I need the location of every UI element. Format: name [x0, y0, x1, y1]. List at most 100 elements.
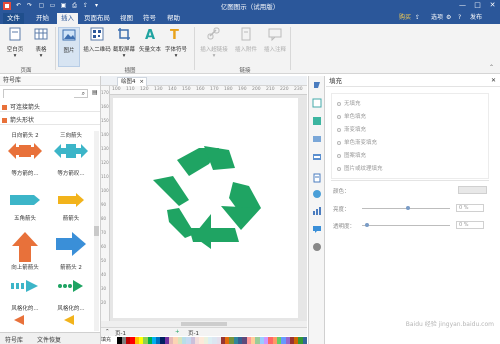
fill-option-gradient[interactable]: 渐变填充 [337, 125, 366, 133]
transparency-slider-knob[interactable] [365, 223, 369, 227]
fill-option-none[interactable]: 无填充 [337, 99, 361, 107]
blank-page-button[interactable]: 空白页 ▾ [4, 27, 26, 67]
publish-link[interactable]: 发布 [470, 13, 482, 23]
page-tab-active[interactable]: 页-1 [188, 329, 199, 337]
right-arrow-icon [56, 232, 86, 256]
options-link[interactable]: 选项 [431, 13, 443, 23]
insert-comment-button[interactable]: 插入注释 [262, 27, 288, 67]
ruler-tick-label: 110 [101, 174, 109, 179]
add-page-icon[interactable]: + [175, 329, 180, 335]
tab-symbol-library[interactable]: 符号库 [5, 335, 23, 344]
line-icon[interactable] [312, 98, 322, 108]
ruler-tick-label: 150 [101, 118, 109, 123]
scrollbar-thumb[interactable] [94, 226, 99, 236]
transparency-label: 透明度： [333, 224, 356, 230]
category-label: 箭头形状 [10, 117, 35, 124]
table-button[interactable]: 表格 ▾ [30, 27, 52, 67]
layers-icon[interactable] [312, 152, 322, 162]
shape-label: 等方箭的... [11, 171, 39, 177]
library-scrollbar[interactable] [94, 131, 99, 331]
category-arrow-shapes[interactable]: 箭头形状 [0, 116, 100, 125]
library-menu-icon[interactable]: ▤ [92, 89, 98, 96]
qrcode-icon [90, 27, 104, 41]
gear-icon[interactable]: ⚙ [446, 13, 451, 23]
close-button[interactable]: ✕ [485, 0, 500, 11]
maximize-button[interactable]: □ [470, 0, 485, 11]
recycle-symbol[interactable] [149, 146, 265, 249]
collapse-icon[interactable]: ⌃ [105, 329, 110, 335]
search-box[interactable]: ⌕ [3, 89, 88, 98]
chart-icon[interactable] [312, 206, 322, 216]
insert-hyperlink-button[interactable]: 插入超链接 ▾ [200, 27, 228, 67]
brightness-slider-knob[interactable] [406, 206, 410, 210]
scrollbar-thumb[interactable] [181, 322, 227, 326]
category-connectable-arrows[interactable]: 可连接箭头 [0, 103, 100, 112]
insert-comment-label: 插入注释 [263, 47, 286, 53]
insert-attachment-button[interactable]: 插入附件 [233, 27, 259, 67]
document-icon[interactable] [312, 173, 322, 183]
document-tab[interactable]: 绘图4 × [117, 77, 147, 86]
ruler-tick-label: 40 [101, 272, 107, 277]
shadow-icon[interactable] [312, 116, 322, 126]
radio-icon [337, 153, 341, 158]
search-input[interactable] [4, 90, 74, 98]
tab-symbol[interactable]: 符号 [139, 13, 160, 24]
shape-item[interactable]: 风格化的... [2, 278, 48, 317]
fill-option-single-gradient[interactable]: 单色渐变填充 [337, 138, 377, 146]
fill-option-pattern[interactable]: 图案填充 [337, 151, 366, 159]
close-tab-icon[interactable]: × [139, 78, 144, 86]
buy-link[interactable]: 购买 [399, 13, 411, 23]
color-picker[interactable] [458, 186, 487, 194]
tab-file-recovery[interactable]: 文件恢复 [37, 335, 61, 344]
tab-file[interactable]: 文件 [3, 13, 24, 24]
publish-icon[interactable]: ⇪ [415, 13, 420, 23]
ruler-tick-label: 180 [224, 87, 233, 92]
color-palette[interactable]: 填充 [101, 337, 308, 344]
dropdown-arrow-icon: ▾ [212, 53, 216, 59]
fill-option-picture[interactable]: 图片或纹理填充 [337, 164, 383, 172]
color-swatch[interactable] [302, 337, 308, 344]
ruler-tick-label: 190 [238, 87, 247, 92]
transparency-slider[interactable] [362, 225, 450, 226]
picture-button[interactable]: 图片 [58, 27, 80, 67]
tab-home[interactable]: 开始 [32, 13, 53, 24]
tab-view[interactable]: 视图 [116, 13, 137, 24]
page-tab[interactable]: 页-1 [115, 329, 126, 337]
transparency-value[interactable]: 0 % [456, 221, 484, 229]
tab-page-layout[interactable]: 页面布局 [80, 13, 114, 24]
fill-icon[interactable] [312, 80, 322, 90]
insert-qrcode-button[interactable]: 插入二维码 [83, 27, 111, 67]
tab-help[interactable]: 帮助 [163, 13, 184, 24]
insert-qrcode-label: 插入二维码 [83, 47, 111, 53]
image-icon[interactable] [312, 134, 322, 144]
recycle-arrow-left [153, 176, 189, 206]
ruler-tick-label: 220 [280, 87, 289, 92]
menu-bar: 文件 开始 插入 页面布局 视图 符号 帮助 购买 ⇪ 选项 ⚙ ? 发布 [0, 11, 500, 24]
shape-item[interactable]: 风格化的... [48, 278, 94, 317]
vector-text-button[interactable]: A 矢量文本 [139, 27, 161, 67]
tab-insert[interactable]: 插入 [57, 13, 78, 24]
shape-item[interactable]: 箭箭头 [48, 193, 94, 232]
panel-close-icon[interactable]: ✕ [491, 77, 496, 84]
search-icon[interactable]: ⌕ [82, 90, 85, 98]
shape-item[interactable]: 等方箭的... [2, 140, 48, 179]
screenshot-button[interactable]: 截取屏幕 ▾ [113, 27, 135, 67]
fill-option-solid[interactable]: 单色填充 [337, 112, 366, 120]
help-icon[interactable] [312, 242, 322, 252]
comment-icon[interactable] [312, 224, 322, 234]
font-symbol-button[interactable]: T 字体符号 ▾ [165, 27, 187, 67]
ruler-tick-label: 200 [252, 87, 261, 92]
small-arrow-icon [14, 315, 24, 325]
group-label-illustrations: 插图 [124, 68, 136, 74]
shape-item[interactable]: 五角箭头 [2, 193, 48, 232]
ruler-tick-label: 170 [101, 90, 109, 95]
shape-item[interactable]: 向上箭箭头 [2, 232, 48, 271]
shape-item[interactable]: 箭箭头 2 [48, 232, 94, 271]
collapse-ribbon-icon[interactable]: ⌃ [489, 64, 494, 71]
library-bottom-tabs: 符号库 文件恢复 [0, 332, 100, 344]
minimize-button[interactable]: — [455, 0, 470, 11]
shape-item[interactable]: 等方箭叹... [48, 140, 94, 179]
globe-icon[interactable] [312, 189, 322, 199]
brightness-value[interactable]: 0 % [456, 204, 484, 212]
help-icon[interactable]: ? [458, 13, 461, 23]
